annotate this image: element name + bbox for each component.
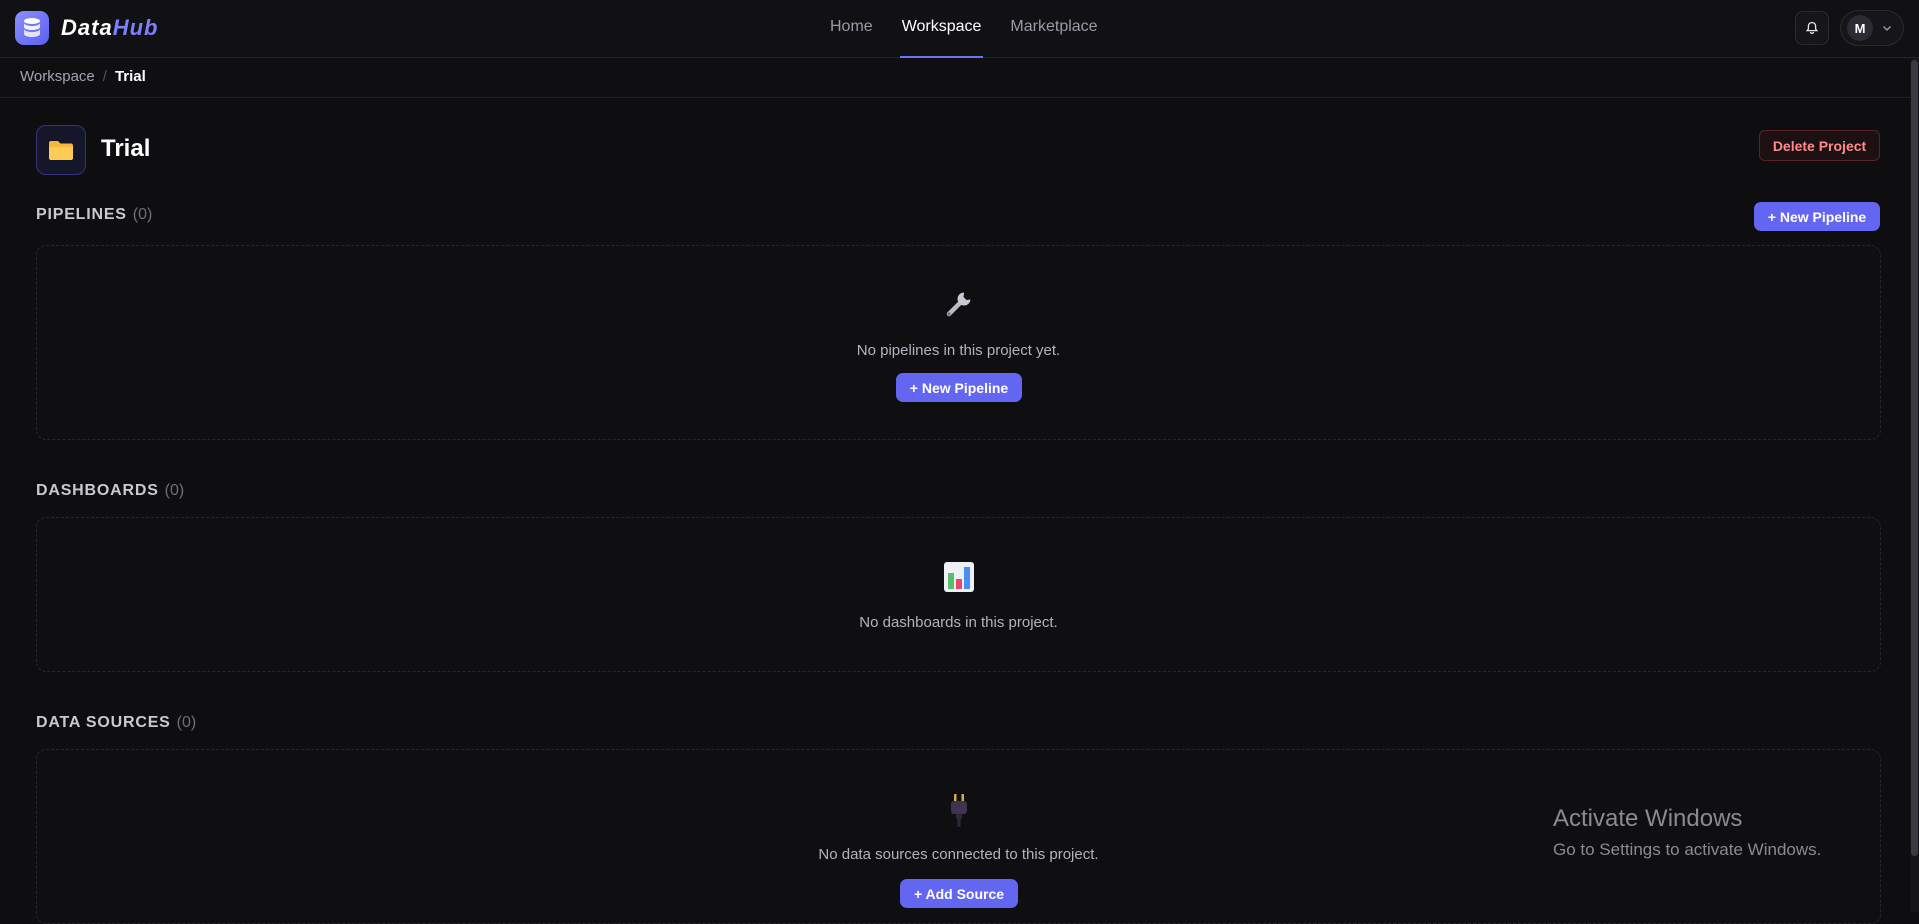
dashboards-empty-state: No dashboards in this project. [36,517,1881,672]
user-menu-button[interactable]: M [1840,10,1904,46]
data-sources-section-title: DATA SOURCES (0) [36,714,196,732]
breadcrumb-bar: Workspace / Trial [0,58,1919,98]
delete-project-button[interactable]: Delete Project [1759,130,1880,161]
bell-icon [1805,21,1819,34]
dashboards-count: (0) [164,482,185,499]
breadcrumb-workspace[interactable]: Workspace [20,68,95,85]
pipelines-count: (0) [132,206,153,223]
main-nav: Home Workspace Marketplace [828,0,1125,58]
breadcrumb-current: Trial [114,68,146,85]
avatar: M [1847,15,1873,41]
plug-icon [950,794,967,827]
bar-chart-icon [943,562,974,592]
nav-workspace[interactable]: Workspace [899,0,984,58]
add-source-button[interactable]: + Add Source [900,879,1018,908]
page-title: Trial [101,135,151,162]
breadcrumb: Workspace / Trial [20,68,146,85]
logo-wordmark: DataHub [61,15,158,41]
logo-word-data: Data [61,15,113,40]
activate-windows-subtitle: Go to Settings to activate Windows. [1553,840,1822,859]
pipelines-empty-state: No pipelines in this project yet. + New … [36,245,1881,440]
pipelines-section-title: PIPELINES (0) [36,206,152,224]
folder-icon [49,141,73,160]
datahub-logo[interactable]: DataHub [15,11,158,45]
data-sources-count: (0) [176,714,197,731]
chevron-down-icon [1883,26,1891,31]
dashboards-title-label: DASHBOARDS [36,482,159,499]
top-navbar: DataHub Home Workspace Marketplace M [0,0,1919,58]
new-pipeline-button[interactable]: + New Pipeline [896,373,1022,402]
nav-marketplace[interactable]: Marketplace [1008,0,1099,58]
breadcrumb-separator: / [102,68,107,85]
page-scrollbar-thumb[interactable] [1911,60,1918,856]
data-sources-title-label: DATA SOURCES [36,714,171,731]
dashboards-section-title: DASHBOARDS (0) [36,482,184,500]
pipelines-empty-text: No pipelines in this project yet. [856,342,1061,359]
wrench-icon [946,292,970,317]
pipelines-title-label: PIPELINES [36,206,127,223]
project-folder-badge [36,125,86,175]
dashboards-empty-text: No dashboards in this project. [859,614,1058,631]
new-pipeline-header-button[interactable]: + New Pipeline [1754,202,1880,231]
nav-home[interactable]: Home [828,0,875,58]
notifications-button[interactable] [1795,11,1829,45]
data-sources-empty-state: No data sources connected to this projec… [36,749,1881,924]
logo-word-hub: Hub [112,15,159,40]
activate-windows-title: Activate Windows [1553,805,1743,832]
database-icon [15,11,49,45]
